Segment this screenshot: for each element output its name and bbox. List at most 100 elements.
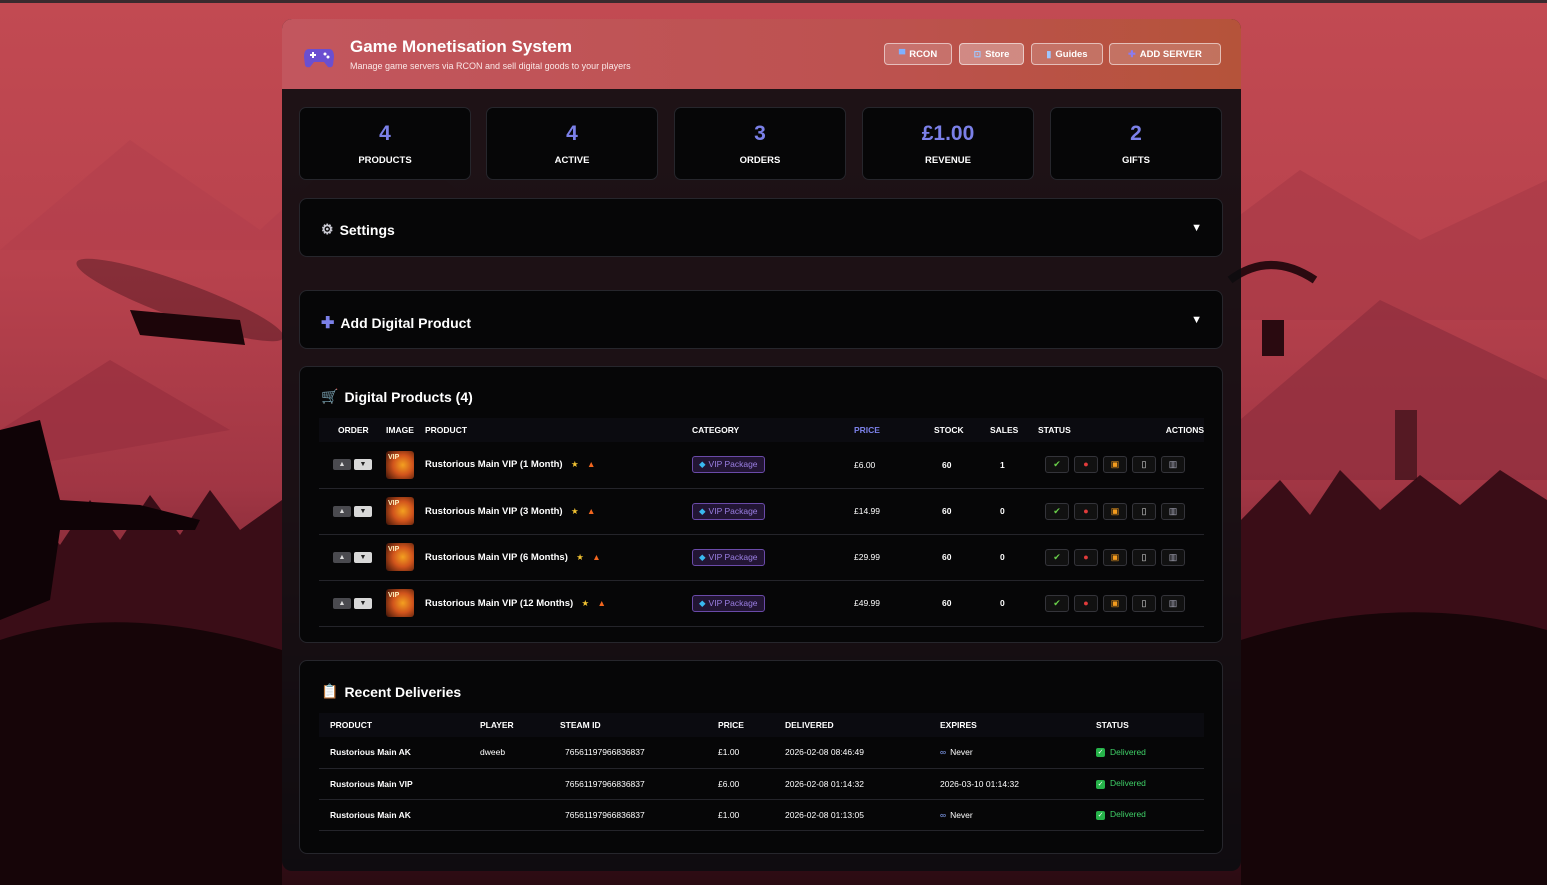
cart-icon: 🛒	[321, 388, 339, 404]
disable-button[interactable]: ●	[1074, 456, 1098, 474]
star-icon: ★	[581, 597, 590, 608]
store-button[interactable]: ⊡ Store	[959, 43, 1024, 65]
edit-button[interactable]: ▯	[1132, 456, 1156, 474]
toggle-active-button[interactable]: ✔	[1045, 502, 1069, 520]
category-label: VIP Package	[708, 505, 758, 516]
stat-value: 2	[1130, 122, 1142, 145]
star-icon: ★	[576, 551, 584, 562]
delivery-price: £6.00	[718, 768, 785, 800]
thumbnail-label: VIP	[388, 546, 400, 553]
move-down-button[interactable]: ▼	[354, 459, 372, 471]
delivery-steam-id: 76561197966836837	[560, 799, 718, 831]
diamond-icon: ◆	[699, 551, 706, 562]
product-thumbnail: VIP	[386, 450, 414, 479]
delete-button[interactable]: ▥	[1161, 594, 1185, 612]
status-badge: Delivered	[1110, 747, 1146, 758]
product-sales: 0	[990, 580, 1038, 627]
move-up-button[interactable]: ▲	[333, 597, 351, 609]
move-down-button[interactable]: ▼	[354, 551, 372, 563]
product-sales: 1	[990, 442, 1038, 489]
star-icon: ★	[570, 505, 579, 516]
disable-button[interactable]: ●	[1074, 548, 1098, 566]
edit-button[interactable]: ▯	[1132, 594, 1156, 612]
stat-value: 4	[379, 122, 391, 145]
stat-value: 4	[566, 122, 578, 145]
gift-button[interactable]: ▣	[1103, 548, 1127, 566]
fire-icon: ▲	[586, 459, 596, 470]
add-product-section[interactable]: ✚ Add Digital Product ▼	[299, 290, 1223, 349]
settings-section[interactable]: ⚙ Settings ▼	[299, 198, 1223, 257]
add-server-button[interactable]: ✚ ADD SERVER	[1109, 43, 1221, 65]
stat-label: ACTIVE	[554, 155, 590, 166]
move-down-button[interactable]: ▼	[354, 505, 372, 517]
main-panel: Game Monetisation System Manage game ser…	[282, 19, 1241, 871]
move-up-button[interactable]: ▲	[333, 459, 351, 471]
store-button-label: Store	[985, 48, 1010, 60]
product-stock: 60	[934, 580, 990, 627]
table-row: ▲ ▼ VIP Rustorious Main VIP (1 Month) ★ ▲…	[319, 442, 1204, 489]
column-header: PRODUCT	[425, 418, 692, 442]
chevron-down-icon[interactable]: ▼	[1191, 222, 1202, 234]
status-badge: Delivered	[1110, 809, 1146, 820]
category-badge: ◆ VIP Package	[692, 456, 765, 474]
page-subtitle: Manage game servers via RCON and sell di…	[350, 61, 631, 71]
column-header[interactable]: PRICE	[854, 418, 934, 442]
column-header: ORDER	[319, 418, 386, 442]
stat-card-orders: 3 ORDERS	[674, 107, 846, 180]
toggle-active-button[interactable]: ✔	[1045, 548, 1069, 566]
delivery-price: £1.00	[718, 737, 785, 769]
stat-card-gifts: 2 GIFTS	[1050, 107, 1222, 180]
disable-button[interactable]: ●	[1074, 594, 1098, 612]
column-header: STATUS	[1096, 713, 1204, 737]
category-label: VIP Package	[708, 459, 758, 470]
gift-button[interactable]: ▣	[1103, 594, 1127, 612]
table-row: ▲ ▼ VIP Rustorious Main VIP (3 Month) ★ ▲…	[319, 488, 1204, 535]
disable-button[interactable]: ●	[1074, 502, 1098, 520]
move-down-button[interactable]: ▼	[354, 597, 372, 609]
plus-icon: ✚	[321, 315, 335, 332]
stat-label: GIFTS	[1122, 155, 1150, 166]
edit-button[interactable]: ▯	[1132, 548, 1156, 566]
chevron-down-icon[interactable]: ▼	[1191, 314, 1202, 326]
product-price: £49.99	[854, 580, 934, 627]
column-header: IMAGE	[386, 418, 425, 442]
monitor-icon: ▀	[898, 49, 906, 59]
category-badge: ◆ VIP Package	[692, 594, 765, 612]
header: Game Monetisation System Manage game ser…	[282, 19, 1241, 89]
toggle-active-button[interactable]: ✔	[1045, 594, 1069, 612]
gear-icon: ⚙	[321, 221, 334, 237]
guides-button-label: Guides	[1055, 48, 1088, 60]
delete-button[interactable]: ▥	[1161, 548, 1185, 566]
product-sales: 0	[990, 534, 1038, 581]
book-icon: ▮	[1046, 48, 1052, 59]
guides-button[interactable]: ▮ Guides	[1031, 43, 1103, 65]
product-thumbnail: VIP	[386, 543, 414, 571]
delivery-steam-id: 76561197966836837	[560, 768, 718, 800]
edit-button[interactable]: ▯	[1132, 502, 1156, 520]
product-name: Rustorious Main VIP (3 Month)	[425, 505, 563, 517]
thumbnail-label: VIP	[388, 453, 400, 461]
delivery-player	[480, 768, 560, 800]
gift-button[interactable]: ▣	[1103, 456, 1127, 474]
delete-button[interactable]: ▥	[1161, 502, 1185, 520]
product-thumbnail: VIP	[386, 497, 414, 525]
infinity-icon: ∞	[940, 809, 947, 820]
thumbnail-label: VIP	[388, 592, 400, 599]
delete-button[interactable]: ▥	[1161, 456, 1185, 474]
product-stock: 60	[934, 534, 990, 581]
deliveries-table: PRODUCT PLAYER STEAM ID PRICE DELIVERED …	[319, 713, 1204, 831]
rcon-button[interactable]: ▀ RCON	[884, 43, 952, 65]
column-header: PLAYER	[480, 713, 560, 737]
delivery-product: Rustorious Main VIP	[319, 768, 480, 800]
products-title: Digital Products (4)	[344, 388, 473, 405]
product-name: Rustorious Main VIP (12 Months)	[425, 597, 574, 609]
toggle-active-button[interactable]: ✔	[1045, 456, 1069, 474]
move-up-button[interactable]: ▲	[333, 505, 351, 517]
table-row: Rustorious Main AK 76561197966836837 £1.…	[319, 799, 1204, 831]
move-up-button[interactable]: ▲	[333, 551, 351, 563]
gift-button[interactable]: ▣	[1103, 502, 1127, 520]
column-header: DELIVERED	[785, 713, 940, 737]
stat-card-products: 4 PRODUCTS	[299, 107, 471, 180]
check-icon: ✓	[1096, 779, 1105, 789]
check-icon: ✓	[1096, 810, 1105, 820]
